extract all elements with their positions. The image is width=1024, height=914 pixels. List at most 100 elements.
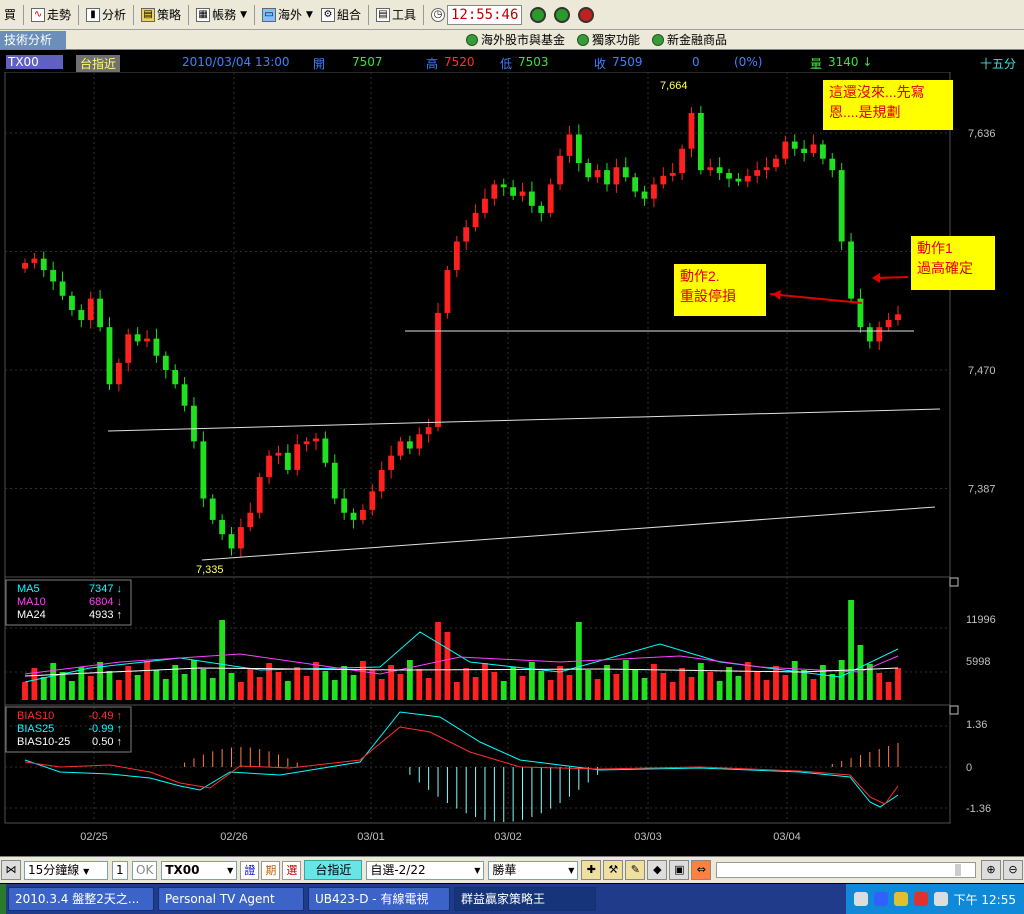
button-futures[interactable]: 期	[261, 860, 281, 880]
volume-bar	[360, 661, 366, 700]
zoom-out-icon[interactable]: ⊖	[1003, 860, 1023, 880]
volume-bar	[791, 661, 798, 700]
tray-volume-icon[interactable]	[933, 892, 948, 906]
high-label: 高	[426, 57, 439, 71]
volume-bar	[97, 662, 104, 700]
task-personal-tv[interactable]: Personal TV Agent	[158, 887, 304, 911]
watchlist-select[interactable]: 自選-2/22 ▼	[366, 860, 485, 880]
tab-technical-analysis[interactable]: 技術分析	[0, 30, 67, 49]
pencil-icon[interactable]: ✎	[625, 860, 646, 880]
tray-media-icon[interactable]	[913, 892, 928, 906]
toolbar-combo-label: 組合	[336, 8, 361, 22]
task-browser[interactable]: 2010.3.4 盤整2天之...	[8, 887, 154, 911]
green-light-icon[interactable]	[554, 6, 571, 23]
stock-select-value: 勝華	[492, 862, 517, 877]
link-overseas-funds[interactable]: 海外股市與基金	[466, 31, 565, 48]
change-pct: (0%)	[734, 55, 763, 69]
tray-app-icon[interactable]	[893, 892, 908, 906]
candle-body	[237, 527, 244, 549]
toolbar-account[interactable]: ▦ 帳務 ▼	[192, 4, 251, 26]
task-strategy-king[interactable]: 群益贏家策略王	[454, 887, 596, 911]
toolbar-separator	[367, 4, 369, 25]
task-cable-tv[interactable]: UB423-D - 有線電視	[308, 887, 450, 911]
collapse-icon[interactable]: ⋈	[1, 860, 21, 880]
volume-bar	[172, 665, 179, 700]
candle-body	[801, 148, 808, 153]
candle-body	[435, 312, 441, 428]
volume-bar	[744, 662, 751, 700]
candle-body	[219, 519, 226, 535]
volume-bar	[200, 669, 207, 700]
annotation-notes[interactable]: 這還沒來...先寫恩....是規劃動作1 過高確定動作2. 重設停損	[674, 80, 995, 316]
volume-bar	[153, 670, 160, 700]
scrollbar-thumb[interactable]	[955, 864, 961, 876]
button-options[interactable]: 選	[282, 860, 302, 880]
compare-icon[interactable]: ⇔	[691, 860, 712, 880]
arrow-action-1	[875, 276, 909, 279]
link-exclusive[interactable]: 獨家功能	[577, 31, 640, 48]
dropdown-arrow-icon: ▼	[227, 865, 234, 875]
volume-bar	[397, 674, 404, 700]
start-button[interactable]	[0, 884, 6, 914]
stock-select[interactable]: 勝華 ▼	[488, 860, 579, 880]
candle-body	[848, 241, 854, 299]
toolbar-combo[interactable]: ⚙ 組合	[317, 4, 365, 26]
candle-body	[115, 362, 122, 385]
ok-button[interactable]: OK	[132, 860, 158, 880]
globe-icon	[577, 33, 590, 46]
bias-tick-label: 1.36	[966, 719, 987, 731]
wrench-icon[interactable]: ⚒	[603, 860, 624, 880]
toolbar-separator	[188, 4, 190, 25]
symbol-select[interactable]: TX00 ▼	[161, 860, 238, 880]
toolbar-analysis[interactable]: ▮ 分析	[82, 4, 130, 26]
crosshair-icon[interactable]: ✚	[581, 860, 602, 880]
volume-bar	[275, 672, 282, 700]
candle-body	[322, 438, 329, 463]
price-chart[interactable]: 7,636 7,470 7,387 7,664 7,335 02/25 02/26 03/01…	[0, 72, 1024, 856]
price-tick-label: 7,636	[968, 128, 996, 140]
tray-network-icon[interactable]	[853, 892, 868, 906]
bias-tick-label: 0	[966, 762, 972, 774]
toolbar-trend[interactable]: ∿ 走勢	[27, 4, 75, 26]
app-window: 買 ∿ 走勢 ▮ 分析 ▤ 策略 ▦ 帳務 ▼ ▭ 海外 ▼ ⚙ 組合 ▤ 工具 ◷ 12:55:4…	[0, 0, 1024, 914]
toolbar-tools[interactable]: ▤ 工具	[372, 4, 420, 26]
toolbar-strategy[interactable]: ▤ 策略	[137, 4, 185, 26]
volume-bar	[331, 680, 338, 700]
candle-body	[604, 170, 610, 185]
trend-lines[interactable]	[107, 330, 941, 561]
volume-bar	[294, 667, 301, 700]
volume-bar	[707, 672, 714, 700]
toolbar-buy[interactable]: 買	[0, 4, 20, 26]
green-light-icon[interactable]	[530, 6, 547, 23]
tray-help-icon[interactable]	[873, 892, 888, 906]
count-input[interactable]: 1	[112, 860, 128, 880]
clock-widget: ◷ 12:55:46	[427, 4, 526, 26]
eraser-icon[interactable]: ◆	[647, 860, 668, 880]
volume-bar	[444, 632, 451, 700]
close-value: 7509	[612, 55, 643, 69]
candle-body	[651, 184, 657, 199]
period-label: 十五分	[980, 57, 1017, 71]
volume-bar	[219, 620, 226, 700]
frame-icon[interactable]: ▣	[669, 860, 690, 880]
volume-bar	[622, 660, 629, 700]
toolbar-overseas[interactable]: ▭ 海外 ▼	[258, 4, 317, 26]
zoom-in-icon[interactable]: ⊕	[981, 860, 1001, 880]
account-icon: ▦	[196, 7, 211, 22]
volume-series	[22, 600, 901, 700]
volume-bar	[848, 600, 854, 700]
link-new-products[interactable]: 新金融商品	[652, 31, 727, 48]
chart-scrollbar[interactable]	[716, 862, 976, 878]
toolbar-buy-label: 買	[4, 8, 17, 22]
watchlist-select-value: 自選-2/22	[370, 862, 426, 877]
combo-icon: ⚙	[320, 7, 335, 22]
button-securities[interactable]: 證	[240, 860, 260, 880]
candle-body	[256, 477, 263, 513]
chart-controls: ⋈ 15分鐘線 ▼ 1 OK TX00 ▼ 證 期 選 台指近 自選-2/22 …	[0, 856, 1024, 883]
candle-body	[641, 191, 648, 199]
red-light-icon[interactable]	[578, 6, 595, 23]
bias-legend-name: BIAS25	[17, 723, 54, 735]
volume-bar	[162, 679, 169, 700]
interval-select[interactable]: 15分鐘線 ▼	[24, 860, 108, 880]
volume-bar	[594, 679, 601, 700]
